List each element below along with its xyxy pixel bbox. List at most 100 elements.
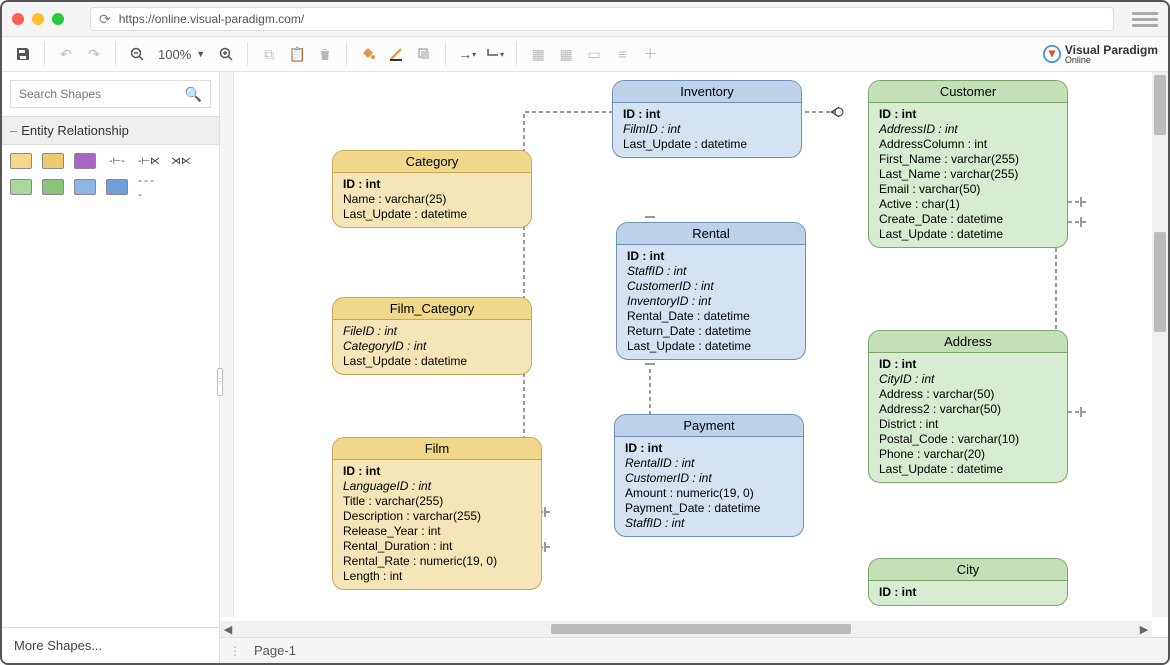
sidebar-drag-handle[interactable]: ⋮ [217,368,223,396]
save-icon[interactable] [12,43,34,65]
entity-field: ID : int [343,464,531,478]
entity-blue-shape[interactable] [74,179,96,195]
delete-icon[interactable] [314,43,336,65]
relation-one-many-icon[interactable]: -⊢⋉ [138,153,160,169]
entity-fields: ID : intRentalID : intCustomerID : intAm… [615,437,803,536]
palette-header[interactable]: – Entity Relationship [2,116,219,145]
search-icon[interactable]: 🔍 [185,86,202,103]
entity-field: AddressColumn : int [879,137,1057,151]
copy-icon[interactable]: ⧉ [258,43,280,65]
entity-film_category[interactable]: Film_CategoryFileID : intCategoryID : in… [332,297,532,375]
scrollbar-thumb-v2[interactable] [1154,232,1166,332]
entity-field: CustomerID : int [627,279,795,293]
close-button[interactable] [12,13,24,25]
entity-field: Amount : numeric(19, 0) [625,486,793,500]
entity-rental[interactable]: RentalID : intStaffID : intCustomerID : … [616,222,806,360]
ruler-left [220,72,234,617]
reload-icon[interactable]: ⟳ [99,11,111,28]
scrollbar-vertical[interactable] [1152,72,1168,617]
collapse-icon: – [10,123,17,138]
redo-icon[interactable]: ↷ [83,43,105,65]
entity-yellow-shape[interactable] [10,153,32,169]
to-back-icon[interactable]: ▦ [555,43,577,65]
url-bar[interactable]: ⟳ https://online.visual-paradigm.com/ [90,7,1114,31]
relation-many-many-icon[interactable]: ⋊⋉ [170,153,192,169]
entity-field: Last_Update : datetime [343,354,521,368]
entity-field: Last_Update : datetime [343,207,521,221]
entity-purple-shape[interactable] [74,153,96,169]
zoom-in-icon[interactable] [215,43,237,65]
toolbar: ↶ ↷ 100%▼ ⧉ 📋 →▾ ▾ ▦ ▦ ▭ ≡ ＋ Visual Para… [2,36,1168,72]
entity-film[interactable]: FilmID : intLanguageID : intTitle : varc… [332,437,542,590]
entity-field: Phone : varchar(20) [879,447,1057,461]
entity-category[interactable]: CategoryID : intName : varchar(25)Last_U… [332,150,532,228]
entity-fields: ID : intAddressID : intAddressColumn : i… [869,103,1067,247]
entity-fields: ID : int [869,581,1067,605]
scrollbar-thumb-h[interactable] [551,624,851,634]
search-shapes-box[interactable]: 🔍 [10,80,211,108]
entity-address[interactable]: AddressID : intCityID : intAddress : var… [868,330,1068,483]
entity-header: Payment [615,415,803,437]
canvas-area: ⋮ [220,72,1168,663]
entity-field: LanguageID : int [343,479,531,493]
entity-field: ID : int [879,357,1057,371]
entity-header: Rental [617,223,805,245]
entity-fields: ID : intLanguageID : intTitle : varchar(… [333,460,541,589]
entity-yellow2-shape[interactable] [42,153,64,169]
scrollbar-thumb-v1[interactable] [1154,75,1166,135]
entity-field: Return_Date : datetime [627,324,795,338]
zoom-out-icon[interactable] [126,43,148,65]
entity-city[interactable]: CityID : int [868,558,1068,606]
scrollbar-horizontal[interactable]: ◀ ▶ [220,621,1152,637]
entity-green-shape[interactable] [10,179,32,195]
entity-field: Rental_Duration : int [343,539,531,553]
entity-field: District : int [879,417,1057,431]
to-front-icon[interactable]: ▦ [527,43,549,65]
entity-customer[interactable]: CustomerID : intAddressID : intAddressCo… [868,80,1068,248]
search-shapes-input[interactable] [19,87,185,101]
entity-field: Last_Name : varchar(255) [879,167,1057,181]
entity-field: Address2 : varchar(50) [879,402,1057,416]
connector-elbow-icon[interactable]: ▾ [484,43,506,65]
entity-field: ID : int [623,107,791,121]
hamburger-menu-icon[interactable] [1132,10,1158,28]
vp-logo: Visual ParadigmOnline [1043,44,1158,65]
entity-field: StaffID : int [627,264,795,278]
page-tab[interactable]: Page-1 [244,639,306,662]
dashed-line-shape[interactable]: ---- [138,179,160,195]
group-icon[interactable]: ▭ [583,43,605,65]
scroll-right-icon[interactable]: ▶ [1136,623,1152,636]
entity-field: FilmID : int [623,122,791,136]
entity-payment[interactable]: PaymentID : intRentalID : intCustomerID … [614,414,804,537]
undo-icon[interactable]: ↶ [55,43,77,65]
minimize-button[interactable] [32,13,44,25]
entity-field: AddressID : int [879,122,1057,136]
entity-field: CategoryID : int [343,339,521,353]
entity-green2-shape[interactable] [42,179,64,195]
add-icon[interactable]: ＋ [639,43,661,65]
relation-one-one-icon[interactable]: -⊢- [106,153,128,169]
entity-field: Description : varchar(255) [343,509,531,523]
entity-header: Category [333,151,531,173]
scroll-left-icon[interactable]: ◀ [220,623,236,636]
shadow-icon[interactable] [413,43,435,65]
pages-grip-icon[interactable]: ⋮ [226,642,244,660]
more-shapes-link[interactable]: More Shapes... [2,627,219,663]
sidebar: 🔍 – Entity Relationship -⊢- -⊢⋉ ⋊⋉ ---- … [2,72,220,663]
entity-field: Length : int [343,569,531,583]
fill-icon[interactable] [357,43,379,65]
entity-field: Last_Update : datetime [879,227,1057,241]
body-main: 🔍 – Entity Relationship -⊢- -⊢⋉ ⋊⋉ ---- … [2,72,1168,663]
zoom-level[interactable]: 100%▼ [154,47,209,62]
maximize-button[interactable] [52,13,64,25]
connector-straight-icon[interactable]: →▾ [456,43,478,65]
entity-field: Last_Update : datetime [623,137,791,151]
paste-icon[interactable]: 📋 [286,43,308,65]
stroke-icon[interactable] [385,43,407,65]
entity-field: Title : varchar(255) [343,494,531,508]
canvas[interactable]: CategoryID : intName : varchar(25)Last_U… [220,72,1168,637]
align-icon[interactable]: ≡ [611,43,633,65]
entity-inventory[interactable]: InventoryID : intFilmID : intLast_Update… [612,80,802,158]
entity-field: Postal_Code : varchar(10) [879,432,1057,446]
entity-blue2-shape[interactable] [106,179,128,195]
